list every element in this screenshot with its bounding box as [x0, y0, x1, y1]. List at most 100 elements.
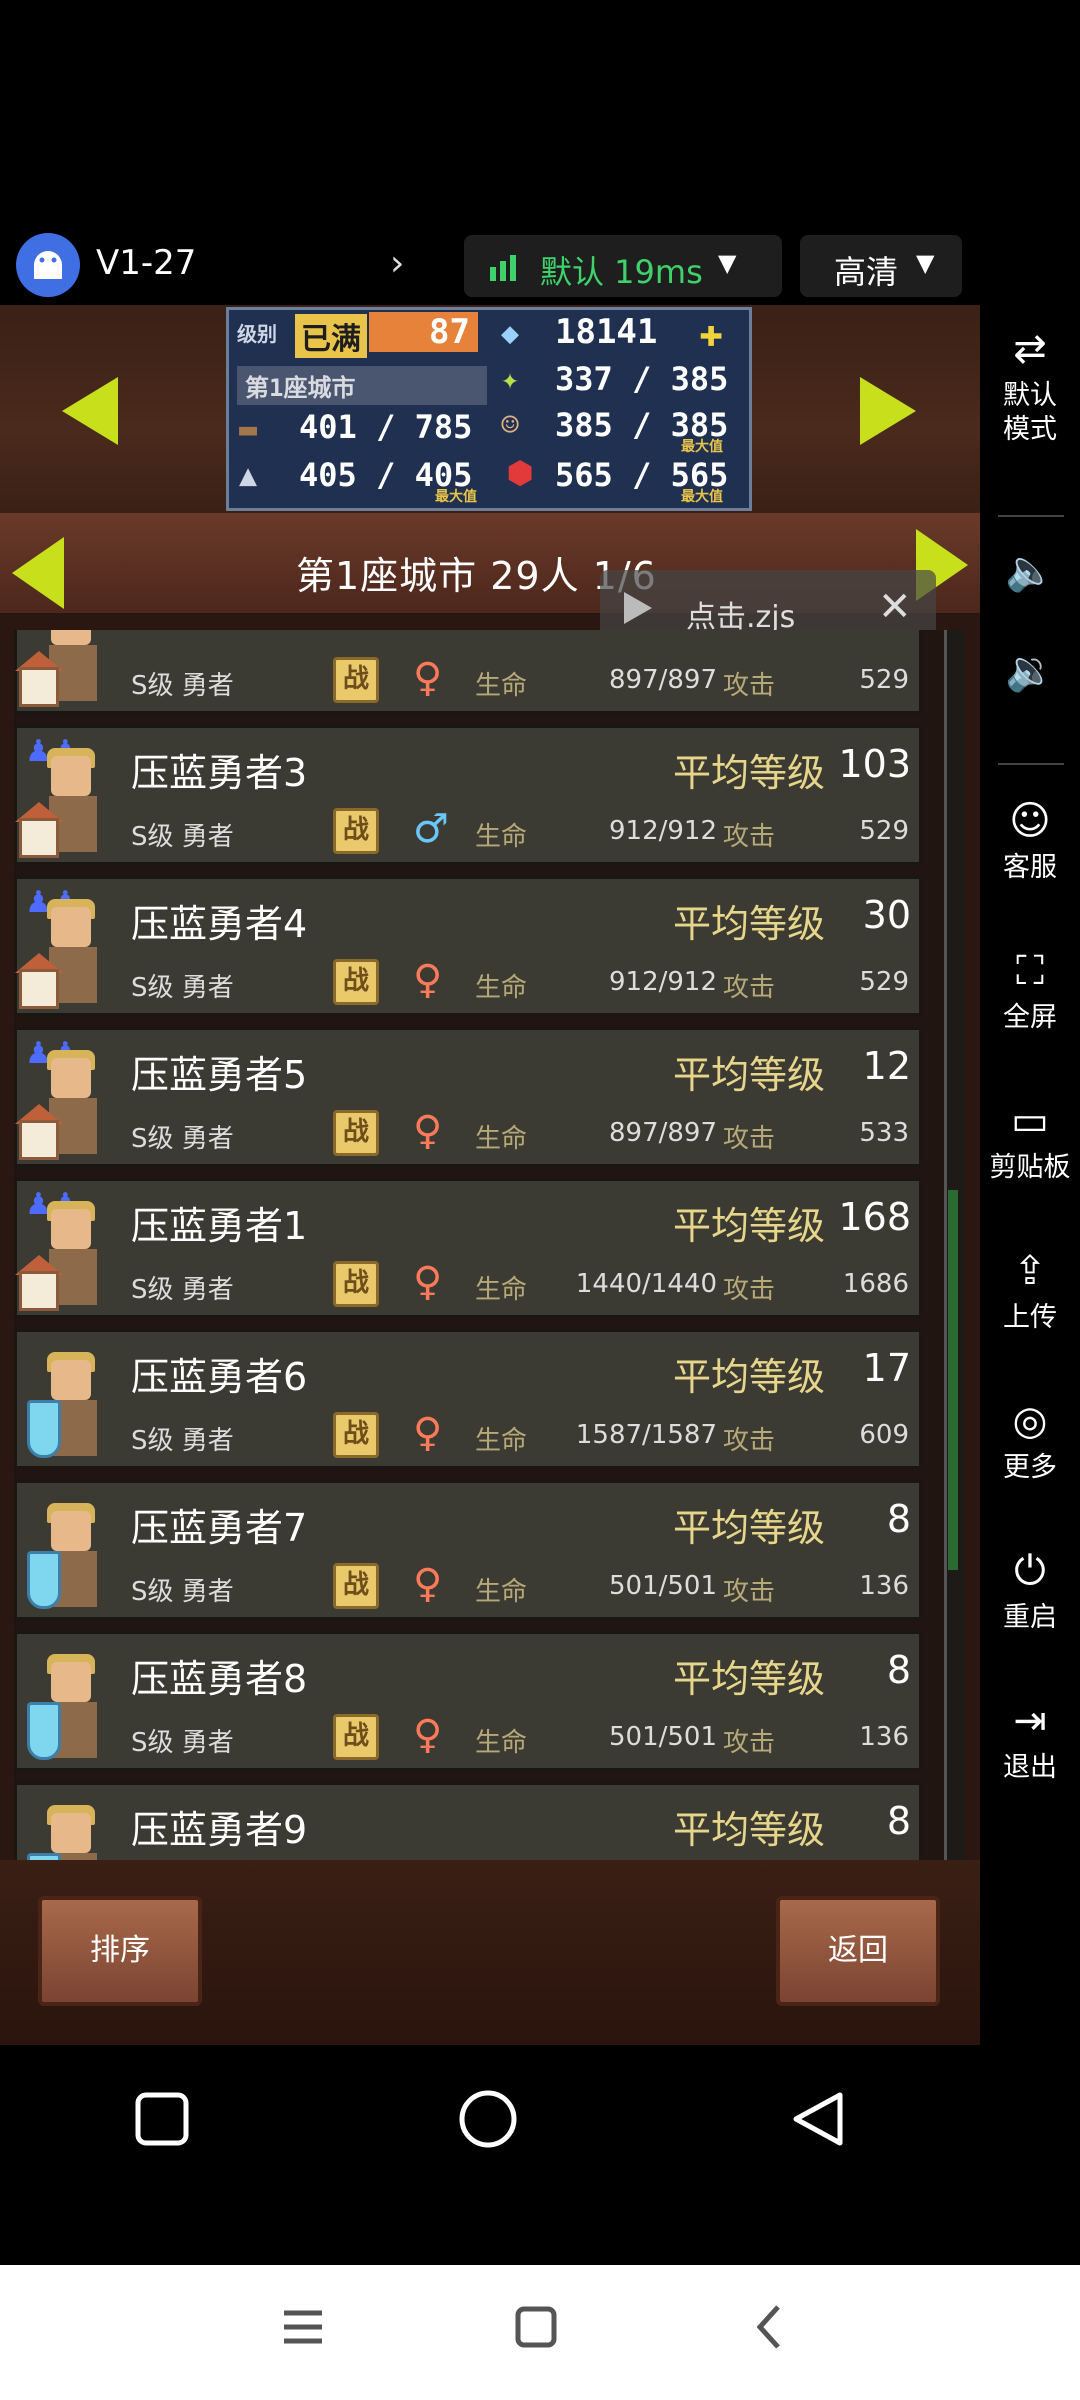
hero-name: 压蓝勇者3 — [131, 751, 308, 795]
gender-icon: ♀ — [413, 1712, 443, 1758]
gender-icon: ♀ — [413, 1108, 443, 1154]
back-button[interactable]: 返回 — [776, 1896, 940, 2006]
food-icon: ✦ — [501, 362, 520, 397]
hero-row[interactable]: ♟♟ 压蓝勇者3 平均等级 103 S级 勇者 战 ♂ 生命 912/912攻击 529 — [14, 725, 922, 865]
gender-icon: ♀ — [413, 1561, 443, 1607]
sidebar-item-support[interactable]: ☺ 客服 — [980, 795, 1080, 885]
hero-name: 压蓝勇者4 — [131, 902, 308, 946]
sidebar-item-volume-down[interactable]: 🔉 — [980, 645, 1080, 701]
attack-label: 攻击 — [723, 1124, 776, 1154]
host-nav-bar — [0, 2265, 1080, 2400]
hero-level: 12 — [862, 1044, 911, 1088]
gem-count: 18141 — [555, 312, 658, 352]
avg-level-label: 平均等级 — [673, 1808, 826, 1852]
hero-row[interactable]: ♟♟压蓝勇者9平均等级8S级 勇者战生命攻击 — [14, 1782, 922, 1860]
sidebar-item-exit[interactable]: ⇥ 退出 — [980, 1695, 1080, 1785]
population-icon: ☺ — [501, 408, 520, 443]
sidebar-item-clipboard[interactable]: ▭ 剪贴板 — [980, 1095, 1080, 1185]
add-gem-icon[interactable]: ✚ — [699, 310, 723, 356]
hero-name: 压蓝勇者1 — [131, 1204, 308, 1248]
hero-row[interactable]: ♟♟ 压蓝勇者6 平均等级 17 S级 勇者 战 ♀ 生命 1587/1587攻击 609 — [14, 1329, 922, 1469]
close-icon[interactable]: ✕ — [878, 584, 912, 630]
back-chevron-icon[interactable] — [756, 2305, 780, 2349]
avg-level-label: 平均等级 — [673, 902, 826, 946]
hero-row[interactable]: ♟♟ 压蓝勇者7 平均等级 8 S级 勇者 战 ♀ 生命 501/501攻击 136 — [14, 1480, 922, 1620]
screen: V1-27 › 默认 19ms ▼ 高清 ▼ 级别 已满 87 ◆ 18141 … — [0, 0, 1080, 2400]
prev-arrow-icon[interactable] — [62, 377, 118, 445]
menu-icon[interactable] — [284, 2310, 322, 2344]
hp-value: 912/912 — [608, 967, 717, 997]
sort-button[interactable]: 排序 — [38, 1896, 202, 2006]
battle-badge-icon: 战 — [333, 808, 379, 854]
hp-label: 生命 — [475, 671, 528, 701]
hp-value: 897/897 — [608, 1118, 717, 1148]
sidebar-item-label: 剪贴板 — [989, 1152, 1071, 1183]
gender-icon: ♀ — [413, 655, 443, 701]
next-arrow-icon[interactable] — [860, 377, 916, 445]
game-screen[interactable]: 级别 已满 87 ◆ 18141 ✚ 第1座城市 ✦ 337 / 385 ▬ 4… — [0, 305, 980, 2045]
sidebar-item-swap[interactable]: ⇄ 默认 模式 — [980, 323, 1080, 447]
hp-value: 501/501 — [608, 1571, 717, 1601]
hero-row[interactable]: ♟♟ 压蓝勇者5 平均等级 12 S级 勇者 战 ♀ 生命 897/897攻击 533 — [14, 1027, 922, 1167]
clipboard-icon: ▭ — [1011, 1098, 1049, 1144]
sidebar-item-fullscreen[interactable]: ⛶ 全屏 — [980, 945, 1080, 1035]
gender-icon: ♀ — [413, 957, 443, 1003]
sidebar-item-upload[interactable]: ⇪ 上传 — [980, 1245, 1080, 1335]
gender-icon: ♀ — [413, 1410, 443, 1456]
hero-rank: S级 勇者 — [131, 1124, 234, 1154]
hero-portrait: ♟♟ — [15, 883, 115, 1015]
hero-list[interactable]: ♟♟S级 勇者战♀生命897/897攻击529♟♟压蓝勇者3平均等级103S级 … — [14, 630, 964, 1860]
avg-level-label: 平均等级 — [673, 1355, 826, 1399]
hp-label: 生命 — [475, 1426, 528, 1456]
upload-icon: ⇪ — [1013, 1248, 1047, 1294]
sidebar-divider — [998, 515, 1064, 517]
prev-city-arrow-icon[interactable] — [12, 537, 64, 609]
wood-icon: ▬ — [239, 412, 258, 447]
attack-value: 609 — [859, 1420, 909, 1450]
food-value: 337 / 385 — [555, 360, 729, 398]
sidebar-item-label: 上传 — [1003, 1302, 1057, 1333]
gender-icon: ♀ — [413, 1259, 443, 1305]
hero-row[interactable]: ♟♟ 压蓝勇者8 平均等级 8 S级 勇者 战 ♀ 生命 501/501攻击 136 — [14, 1631, 922, 1771]
quality-button[interactable]: 高清 ▼ — [800, 235, 962, 297]
sidebar-item-power[interactable]: ⏻ 重启 — [980, 1545, 1080, 1635]
network-latency-label: 默认 19ms — [540, 253, 703, 291]
hero-portrait: ♟♟ — [19, 1789, 115, 1860]
hero-portrait: ♟♟ — [15, 732, 115, 864]
gender-icon: ♂ — [413, 806, 449, 852]
support-icon: ☺ — [1009, 798, 1051, 844]
hero-row[interactable]: ♟♟ 压蓝勇者1 平均等级 168 S级 勇者 战 ♀ 生命 1440/1440攻击 1686 — [14, 1178, 922, 1318]
sidebar-item-more[interactable]: ◎ 更多 — [980, 1395, 1080, 1485]
sidebar-item-volume-up[interactable]: 🔈 — [980, 545, 1080, 601]
hero-level: 30 — [862, 893, 911, 937]
cloud-phone-topbar: V1-27 › 默认 19ms ▼ 高清 ▼ — [0, 225, 980, 305]
gem-icon: ◆ — [501, 316, 520, 351]
home-icon[interactable] — [459, 2090, 517, 2148]
scrollbar-thumb[interactable] — [948, 1190, 958, 1570]
hero-row[interactable]: ♟♟ S级 勇者 战 ♀ 生命 897/897攻击 529 — [14, 630, 922, 714]
control-sidebar: ⇄ 默认 模式 🔈 🔉 ☺ 客服 ⛶ 全屏 ▭ 剪贴板 ⇪ 上传 ◎ 更多 ⏻ 重启 ⇥ 退出 — [980, 305, 1080, 2045]
play-icon[interactable] — [624, 592, 652, 624]
hero-level: 17 — [862, 1346, 911, 1390]
avg-level-label: 平均等级 — [673, 1657, 826, 1701]
attack-label: 攻击 — [723, 671, 776, 701]
hp-value: 897/897 — [608, 665, 717, 695]
session-label: V1-27 — [96, 243, 197, 283]
sidebar-item-label: 更多 — [1003, 1452, 1057, 1483]
chevron-right-icon[interactable]: › — [390, 243, 404, 284]
stone-max: 最大值 — [435, 489, 477, 505]
back-icon[interactable] — [793, 2092, 843, 2146]
avg-level-label: 平均等级 — [673, 1204, 826, 1248]
attack-value: 529 — [859, 816, 909, 846]
hero-rank: S级 勇者 — [131, 1426, 234, 1456]
home-square-icon[interactable] — [515, 2306, 557, 2348]
signal-bars-icon — [490, 255, 516, 281]
hero-row[interactable]: ♟♟ 压蓝勇者4 平均等级 30 S级 勇者 战 ♀ 生命 912/912攻击 529 — [14, 876, 922, 1016]
hp-label: 生命 — [475, 1275, 528, 1305]
host-nav-icons — [284, 2305, 780, 2349]
network-mode-button[interactable]: 默认 19ms ▼ — [464, 235, 782, 297]
avg-level-label: 平均等级 — [673, 1053, 826, 1097]
hero-rank: S级 勇者 — [131, 973, 234, 1003]
recents-icon[interactable] — [135, 2092, 189, 2146]
android-avatar-icon[interactable] — [16, 233, 80, 297]
